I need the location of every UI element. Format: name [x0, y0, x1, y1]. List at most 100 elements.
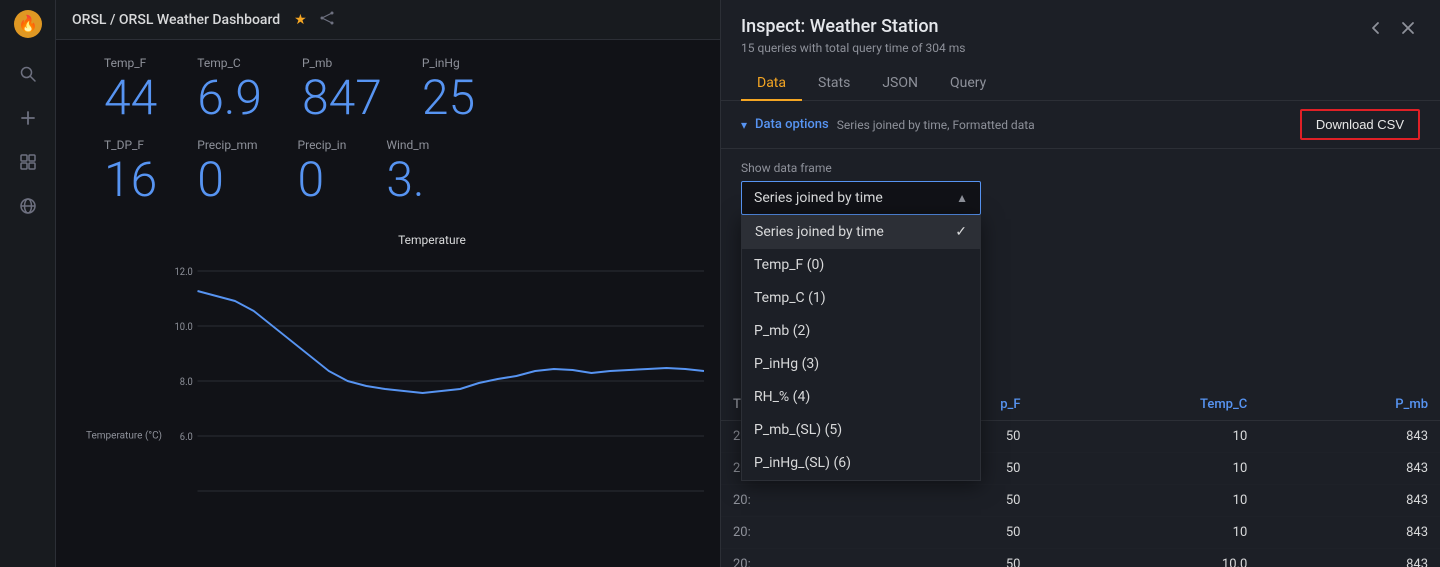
stat-p-mb-value: 847: [302, 74, 382, 122]
dropdown-selected-value: Series joined by time: [754, 190, 883, 206]
svg-text:8.0: 8.0: [180, 377, 193, 388]
cell-temp-c: 10: [1033, 485, 1260, 517]
temperature-chart: 12.0 10.0 8.0 6.0: [160, 251, 704, 541]
search-icon[interactable]: [10, 56, 46, 92]
svg-text:12.0: 12.0: [175, 267, 193, 278]
app-logo[interactable]: 🔥: [12, 8, 44, 40]
inspect-panel: Inspect: Weather Station 15 queries with…: [720, 0, 1440, 567]
data-options-bar: ▾ Data options Series joined by time, Fo…: [721, 101, 1440, 149]
stat-precip-mm: Precip_mm 0: [197, 138, 257, 204]
inspect-close-button[interactable]: [1396, 16, 1420, 44]
cell-p-mb: 843: [1259, 421, 1440, 453]
dropdown-item-label: RH_% (4): [754, 389, 810, 405]
show-data-frame-label: Show data frame: [741, 161, 1420, 175]
cell-p-f: 50: [891, 517, 1032, 549]
stat-p-inhg-value: 25: [422, 74, 475, 122]
cell-time: 20:: [721, 549, 891, 567]
cell-temp-c: 10: [1033, 517, 1260, 549]
stat-p-inhg-label: P_inHg: [422, 56, 475, 70]
inspect-title-area: Inspect: Weather Station 15 queries with…: [741, 16, 965, 55]
stat-p-inhg: P_inHg 25: [422, 56, 475, 122]
tab-data[interactable]: Data: [741, 67, 802, 101]
dropdown-item-label: Series joined by time: [755, 224, 884, 240]
dropdown-item-p-inhg[interactable]: P_inHg (3): [742, 348, 980, 381]
data-options-content: Show data frame Series joined by time ▲ …: [721, 149, 1440, 227]
dropdown-arrow-icon: ▲: [956, 191, 968, 205]
dropdown-item-rh[interactable]: RH_% (4): [742, 381, 980, 414]
stat-precip-mm-value: 0: [197, 156, 257, 204]
dropdown-item-p-mb[interactable]: P_mb (2): [742, 315, 980, 348]
table-row: 20: 50 10 843: [721, 517, 1440, 549]
cell-p-mb: 843: [1259, 549, 1440, 567]
sidebar: 🔥: [0, 0, 56, 567]
inspect-back-button[interactable]: [1364, 16, 1388, 44]
globe-icon[interactable]: [10, 188, 46, 224]
tab-json[interactable]: JSON: [866, 67, 934, 101]
cell-p-mb: 843: [1259, 453, 1440, 485]
stat-temp-f-value: 44: [104, 74, 157, 122]
dropdown-item-p-inhg-sl[interactable]: P_inHg_(SL) (6): [742, 447, 980, 480]
chart-title: Temperature: [160, 233, 704, 247]
topbar-title: ORSL / ORSL Weather Dashboard: [72, 12, 280, 28]
table-row: 20: 50 10.0 843: [721, 549, 1440, 567]
dropdown-item-series-joined[interactable]: Series joined by time ✓: [742, 215, 980, 249]
cell-temp-c: 10: [1033, 453, 1260, 485]
data-options-label[interactable]: Data options: [755, 117, 829, 132]
svg-text:🔥: 🔥: [18, 14, 38, 33]
cell-p-f: 50: [891, 485, 1032, 517]
dropdown-item-label: P_inHg (3): [754, 356, 819, 372]
stat-tdp-f-label: T_DP_F: [104, 138, 157, 152]
inspect-title: Inspect: Weather Station: [741, 16, 965, 37]
stat-temp-c-value: 6.9: [197, 74, 262, 122]
dropdown-item-label: P_mb (2): [754, 323, 810, 339]
data-options-description: Series joined by time, Formatted data: [837, 118, 1292, 132]
stat-temp-c-label: Temp_C: [197, 56, 262, 70]
stat-tdp-f-value: 16: [104, 156, 157, 204]
stat-p-mb: P_mb 847: [302, 56, 382, 122]
tab-query[interactable]: Query: [934, 67, 1002, 101]
dropdown-item-temp-f[interactable]: Temp_F (0): [742, 249, 980, 282]
stat-precip-in-label: Precip_in: [298, 138, 347, 152]
stat-wind-m-label: Wind_m: [386, 138, 429, 152]
col-temp-c: Temp_C: [1033, 389, 1260, 421]
add-icon[interactable]: [10, 100, 46, 136]
stat-precip-in: Precip_in 0: [298, 138, 347, 204]
dropdown-menu: Series joined by time ✓ Temp_F (0) Temp_…: [741, 215, 981, 481]
series-dropdown-trigger[interactable]: Series joined by time ▲: [741, 181, 981, 215]
inspect-controls: [1364, 16, 1420, 44]
dashboard-icon[interactable]: [10, 144, 46, 180]
inspect-tabs: Data Stats JSON Query: [721, 67, 1440, 101]
cell-time: 20:: [721, 517, 891, 549]
svg-text:10.0: 10.0: [175, 322, 193, 333]
dropdown-item-temp-c[interactable]: Temp_C (1): [742, 282, 980, 315]
download-csv-button[interactable]: Download CSV: [1300, 109, 1420, 140]
cell-p-mb: 843: [1259, 485, 1440, 517]
dropdown-item-label: P_inHg_(SL) (6): [754, 455, 851, 471]
svg-text:6.0: 6.0: [180, 432, 193, 443]
y-axis-label: Temperature (°C): [86, 431, 162, 442]
cell-p-mb: 843: [1259, 517, 1440, 549]
dropdown-item-p-mb-sl[interactable]: P_mb_(SL) (5): [742, 414, 980, 447]
data-options-chevron-icon[interactable]: ▾: [741, 118, 747, 132]
table-row: 20: 50 10 843: [721, 485, 1440, 517]
tab-stats[interactable]: Stats: [802, 67, 866, 101]
stat-temp-f: Temp_F 44: [104, 56, 157, 122]
inspect-subtitle: 15 queries with total query time of 304 …: [741, 41, 965, 55]
col-p-mb: P_mb: [1259, 389, 1440, 421]
stat-temp-f-label: Temp_F: [104, 56, 157, 70]
dropdown-wrapper: Series joined by time ▲ Series joined by…: [741, 181, 1420, 215]
stat-wind-m: Wind_m 3.: [386, 138, 429, 204]
dropdown-item-label: Temp_F (0): [754, 257, 824, 273]
stat-wind-m-value: 3.: [386, 156, 429, 204]
share-icon[interactable]: [319, 10, 335, 30]
stat-temp-c: Temp_C 6.9: [197, 56, 262, 122]
cell-time: 20:: [721, 485, 891, 517]
cell-temp-c: 10: [1033, 421, 1260, 453]
stat-p-mb-label: P_mb: [302, 56, 382, 70]
stat-precip-in-value: 0: [298, 156, 347, 204]
inspect-header: Inspect: Weather Station 15 queries with…: [721, 0, 1440, 55]
star-icon[interactable]: ★: [294, 12, 307, 28]
stat-precip-mm-label: Precip_mm: [197, 138, 257, 152]
checkmark-icon: ✓: [955, 224, 967, 240]
cell-temp-c: 10.0: [1033, 549, 1260, 567]
